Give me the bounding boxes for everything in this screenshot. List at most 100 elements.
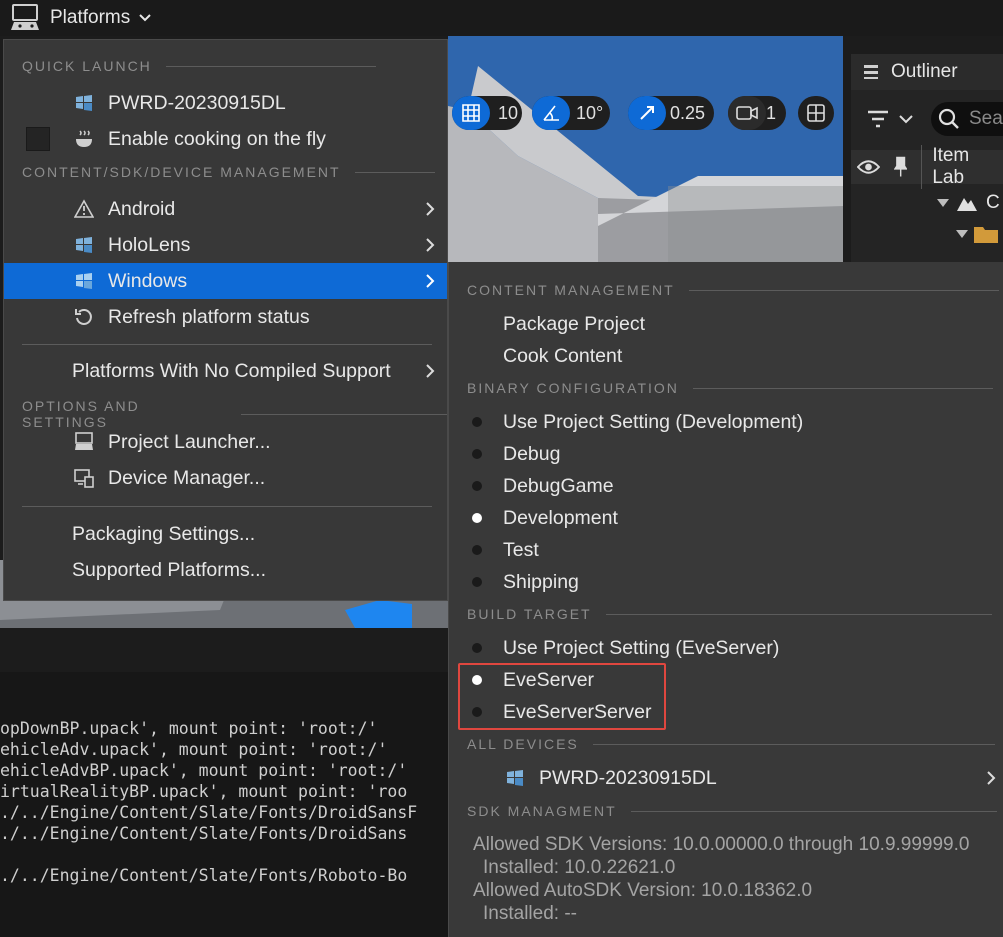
scale-snap-value: 0.25 <box>670 102 706 123</box>
rotation-snap-control[interactable]: 10° <box>532 96 610 130</box>
all-devices-header: ALL DEVICES <box>467 736 995 752</box>
radio-dot <box>472 481 482 491</box>
chevron-right-icon <box>426 238 435 252</box>
chevron-right-icon <box>426 364 435 378</box>
supported-platforms[interactable]: Supported Platforms... <box>4 552 447 588</box>
radio-dot <box>472 545 482 555</box>
sdk-allowed-versions: Allowed SDK Versions: 10.0.00000.0 throu… <box>473 834 970 855</box>
output-log: opDownBP.upack', mount point: 'root:/' e… <box>0 672 448 937</box>
binary-option[interactable]: Debug <box>449 438 1002 470</box>
camera-speed-value: 1 <box>766 102 777 123</box>
cook-on-fly-checkbox[interactable] <box>26 127 50 151</box>
platform-windows[interactable]: Windows <box>4 263 447 299</box>
outliner-row-label: C <box>986 192 1000 213</box>
grid-snap-value: 10 <box>498 102 519 123</box>
enable-cooking-toggle[interactable]: Enable cooking on the fly <box>4 121 447 157</box>
outliner-header: Outliner <box>851 54 1003 90</box>
chevron-right-icon <box>426 202 435 216</box>
build-target-option-selected[interactable]: EveServer <box>449 664 1002 696</box>
radio-dot <box>472 449 482 459</box>
device-manager[interactable]: Device Manager... <box>4 460 447 496</box>
sdk-management-header: SDK MANAGMENT <box>467 803 997 819</box>
log-line: opDownBP.upack', mount point: 'root:/' <box>0 719 378 738</box>
radio-dot <box>472 577 482 587</box>
radio-dot <box>472 643 482 653</box>
autosdk-installed-version: Installed: -- <box>483 903 577 924</box>
outliner-folder-row[interactable] <box>955 224 999 244</box>
platforms-icon <box>11 4 39 30</box>
content-management-header: CONTENT MANAGEMENT <box>467 282 999 298</box>
project-launcher[interactable]: Project Launcher... <box>4 424 447 460</box>
outliner-column-header: Item Lab <box>851 145 1003 189</box>
scale-snap-control[interactable]: 0.25 <box>628 96 714 130</box>
project-launcher-icon <box>75 432 93 450</box>
refresh-platform-status[interactable]: Refresh platform status <box>4 299 447 335</box>
platforms-menu: QUICK LAUNCH PWRD-20230915DL Enable cook… <box>3 39 448 601</box>
chevron-right-icon <box>426 274 435 288</box>
expand-arrow-icon[interactable] <box>936 198 950 208</box>
binary-option[interactable]: Use Project Setting (Development) <box>449 406 1002 438</box>
log-line: irtualRealityBP.upack', mount point: 'ro… <box>0 782 408 801</box>
platforms-label: Platforms <box>50 7 131 28</box>
radio-dot-selected <box>472 675 482 685</box>
layout-icon <box>807 104 825 122</box>
grid-snap-icon <box>452 96 490 130</box>
platform-hololens[interactable]: HoloLens <box>4 227 447 263</box>
rotation-snap-icon <box>532 96 570 130</box>
chevron-right-icon <box>987 771 996 785</box>
grid-snap-control[interactable]: 10 <box>452 96 522 130</box>
pin-icon[interactable] <box>893 156 908 178</box>
platform-android[interactable]: Android <box>4 191 447 227</box>
binary-option[interactable]: Shipping <box>449 566 1002 598</box>
windows-device-icon <box>76 95 92 111</box>
folder-icon <box>974 227 998 243</box>
binary-option[interactable]: DebugGame <box>449 470 1002 502</box>
device-item[interactable]: PWRD-20230915DL <box>449 762 1002 794</box>
binary-option-selected[interactable]: Development <box>449 502 1002 534</box>
layout-button[interactable] <box>798 96 834 130</box>
outliner-search-placeholder: Sea <box>969 108 1003 129</box>
refresh-icon <box>75 309 92 325</box>
package-project[interactable]: Package Project <box>449 308 1002 340</box>
build-target-option[interactable]: Use Project Setting (EveServer) <box>449 632 1002 664</box>
packaging-settings[interactable]: Packaging Settings... <box>4 516 447 552</box>
search-icon <box>938 108 959 129</box>
warning-icon <box>74 199 94 218</box>
binary-option[interactable]: Test <box>449 534 1002 566</box>
content-sdk-header: CONTENT/SDK/DEVICE MANAGEMENT <box>22 164 435 180</box>
menu-divider <box>22 506 432 507</box>
windows-device-icon <box>507 770 523 786</box>
outliner-column-item-label[interactable]: Item Lab <box>921 145 1003 189</box>
menu-divider <box>22 344 432 345</box>
device-manager-icon <box>74 469 94 488</box>
camera-icon <box>728 96 766 130</box>
platforms-no-compiled-support[interactable]: Platforms With No Compiled Support <box>4 353 447 389</box>
windows-icon <box>76 273 92 289</box>
sdk-installed-version: Installed: 10.0.22621.0 <box>483 857 676 878</box>
outliner-title: Outliner <box>891 61 958 82</box>
outliner-filter-button[interactable] <box>866 108 916 135</box>
outliner-search-input[interactable]: Sea <box>931 102 1003 136</box>
log-line: ./../Engine/Content/Slate/Fonts/DroidSan… <box>0 824 408 843</box>
camera-speed-control[interactable]: 1 <box>728 96 786 130</box>
radio-dot <box>472 417 482 427</box>
log-line: ./../Engine/Content/Slate/Fonts/Roboto-B… <box>0 866 408 885</box>
radio-dot-selected <box>472 513 482 523</box>
level-viewport[interactable]: 10 10° 0.25 1 <box>448 36 843 264</box>
level-icon <box>957 198 977 211</box>
cook-content[interactable]: Cook Content <box>449 340 1002 372</box>
chevron-down-icon <box>139 14 151 22</box>
outliner-row[interactable]: C <box>936 192 1000 214</box>
quick-launch-device[interactable]: PWRD-20230915DL <box>4 85 447 121</box>
filter-icon <box>868 110 913 128</box>
platforms-button[interactable]: Platforms <box>10 2 152 34</box>
hololens-icon <box>76 237 92 253</box>
binary-configuration-header: BINARY CONFIGURATION <box>467 380 993 396</box>
cooking-pot-icon <box>76 130 92 147</box>
expand-arrow-icon[interactable] <box>955 229 969 239</box>
build-target-option[interactable]: EveServerServer <box>449 696 1002 728</box>
eye-icon[interactable] <box>857 158 880 176</box>
radio-dot <box>472 707 482 717</box>
scale-snap-icon <box>628 96 666 130</box>
